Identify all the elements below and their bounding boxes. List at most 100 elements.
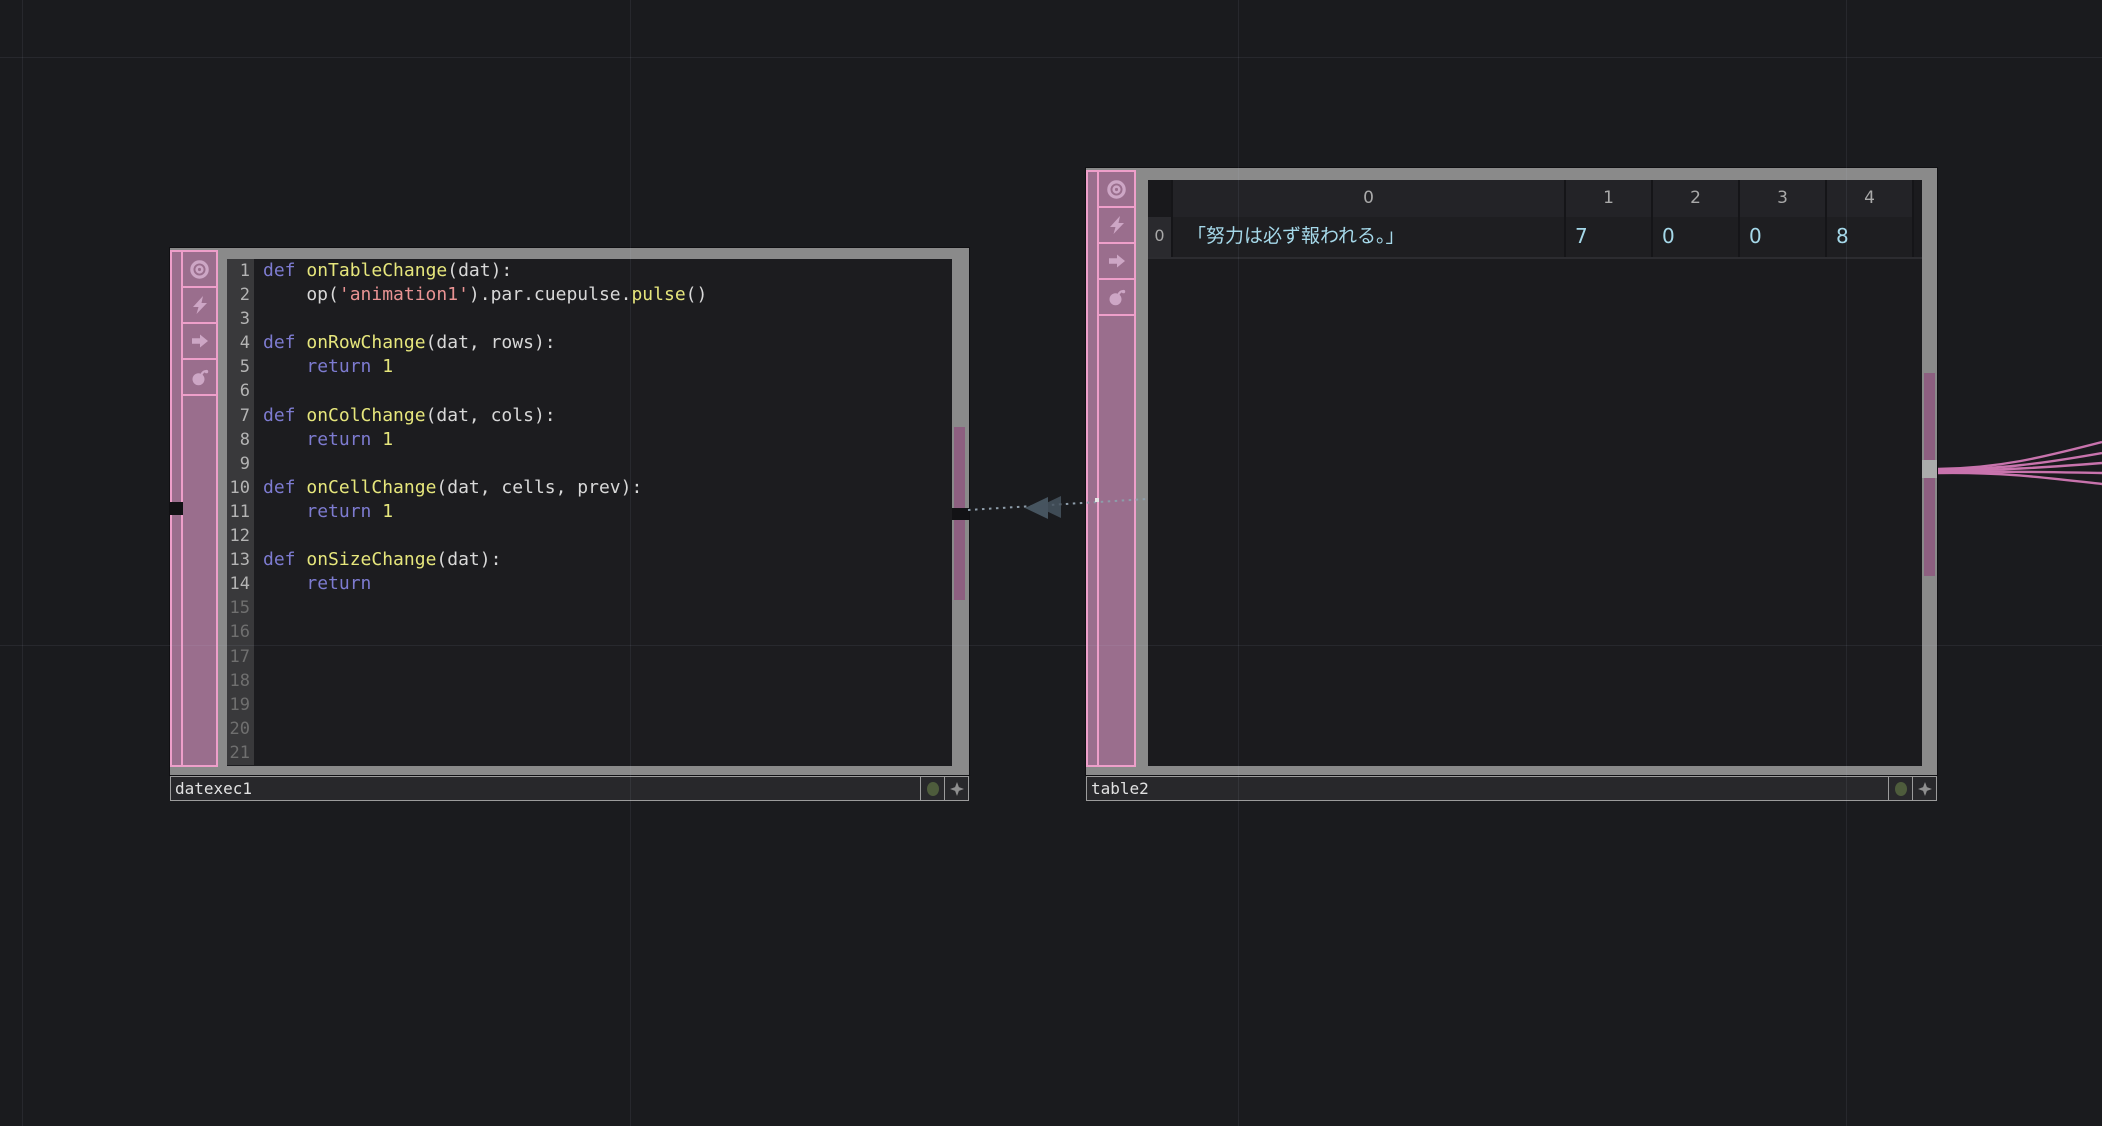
input-connector[interactable] — [170, 502, 183, 515]
code-line: 16 — [227, 620, 952, 644]
viewer-state-button[interactable] — [920, 777, 944, 800]
output-connector-bar[interactable] — [954, 427, 965, 508]
table-cell[interactable]: 8 — [1827, 217, 1914, 257]
bomb-flag-button[interactable] — [181, 360, 216, 396]
code-text: def onTableChange(dat): — [254, 259, 512, 283]
table-cell[interactable]: 7 — [1566, 217, 1653, 257]
arrow-right-flag-button[interactable] — [1097, 244, 1134, 280]
line-number: 5 — [227, 355, 254, 379]
flag-column — [1086, 170, 1136, 767]
code-line: 17 — [227, 645, 952, 669]
node-body: 01234 0「努力は必ず報われる。」7008 — [1086, 168, 1937, 775]
line-number: 3 — [227, 307, 254, 331]
bullseye-flag-button[interactable] — [1097, 172, 1134, 208]
line-number: 10 — [227, 476, 254, 500]
code-text: def onSizeChange(dat): — [254, 548, 501, 572]
code-line: 5 return 1 — [227, 355, 952, 379]
output-connector-bar[interactable] — [1924, 478, 1935, 576]
code-text: op('animation1').par.cuepulse.pulse() — [254, 283, 707, 307]
column-header[interactable]: 1 — [1566, 180, 1653, 217]
code-line: 21 — [227, 741, 952, 765]
lightning-flag-button[interactable] — [1097, 208, 1134, 244]
code-text: def onColChange(dat, cols): — [254, 404, 556, 428]
output-connector[interactable] — [1922, 460, 1937, 478]
line-number: 18 — [227, 669, 254, 693]
line-number: 15 — [227, 596, 254, 620]
row-index-cell: 0 — [1148, 217, 1173, 257]
node-table2[interactable]: 01234 0「努力は必ず報われる。」7008 table2 — [1086, 168, 1937, 801]
code-text — [254, 669, 263, 693]
bullseye-icon — [1105, 178, 1128, 201]
four-point-star-icon — [949, 781, 965, 797]
code-text — [254, 741, 263, 765]
arrow-right-flag-button[interactable] — [181, 324, 216, 360]
output-wire — [1938, 473, 2102, 484]
line-number: 19 — [227, 693, 254, 717]
code-text — [254, 645, 263, 669]
expand-viewer-button[interactable] — [944, 777, 968, 800]
code-line: 6 — [227, 379, 952, 403]
lightning-flag-button[interactable] — [181, 288, 216, 324]
code-line: 19 — [227, 693, 952, 717]
node-name-bar: table2 — [1086, 776, 1937, 801]
code-line: 2 op('animation1').par.cuepulse.pulse() — [227, 283, 952, 307]
output-connector[interactable] — [952, 508, 969, 520]
code-line: 14 return — [227, 572, 952, 596]
table-header-row: 01234 — [1148, 180, 1922, 217]
node-datexec1[interactable]: 1def onTableChange(dat):2 op('animation1… — [170, 248, 969, 801]
node-name-field[interactable]: datexec1 — [171, 777, 920, 800]
code-line: 20 — [227, 717, 952, 741]
bullseye-flag-button[interactable] — [181, 252, 216, 288]
line-number: 20 — [227, 717, 254, 741]
code-text — [254, 452, 263, 476]
lightning-icon — [189, 294, 211, 316]
code-line: 8 return 1 — [227, 428, 952, 452]
code-text: return 1 — [254, 500, 393, 524]
dat-code-viewer: 1def onTableChange(dat):2 op('animation1… — [227, 259, 952, 766]
column-header[interactable]: 2 — [1653, 180, 1740, 217]
code-line: 10def onCellChange(dat, cells, prev): — [227, 476, 952, 500]
bomb-flag-button[interactable] — [1097, 280, 1134, 316]
code-text: return — [254, 572, 371, 596]
viewer-state-button[interactable] — [1888, 777, 1912, 800]
column-header[interactable]: 3 — [1740, 180, 1827, 217]
output-connector-bar[interactable] — [954, 520, 965, 600]
code-text: return 1 — [254, 428, 393, 452]
output-wire — [1938, 453, 2102, 470]
line-number: 8 — [227, 428, 254, 452]
line-number: 4 — [227, 331, 254, 355]
table-cell[interactable]: 0 — [1740, 217, 1827, 257]
reference-arrow-icon — [1025, 497, 1048, 519]
code-line: 4def onRowChange(dat, rows): — [227, 331, 952, 355]
code-line: 13def onSizeChange(dat): — [227, 548, 952, 572]
table-row: 0「努力は必ず報われる。」7008 — [1148, 217, 1922, 259]
code-text — [254, 379, 263, 403]
output-wire — [1938, 463, 2102, 471]
column-header[interactable]: 0 — [1173, 180, 1566, 217]
output-wire — [1938, 472, 2102, 473]
status-dot-icon — [1895, 782, 1907, 796]
output-connector-bar[interactable] — [1924, 373, 1935, 460]
line-number: 1 — [227, 259, 254, 283]
network-editor-background[interactable]: { "left_node": { "name": "datexec1", "co… — [0, 0, 2102, 1126]
bomb-icon — [189, 366, 211, 388]
line-number: 7 — [227, 404, 254, 428]
code-line: 15 — [227, 596, 952, 620]
code-line: 12 — [227, 524, 952, 548]
table-cell[interactable]: 0 — [1653, 217, 1740, 257]
arrow-right-icon — [189, 330, 211, 352]
node-name-field[interactable]: table2 — [1087, 777, 1888, 800]
bomb-icon — [1106, 286, 1128, 308]
line-number: 11 — [227, 500, 254, 524]
code-text — [254, 620, 263, 644]
code-line: 9 — [227, 452, 952, 476]
dat-table-viewer: 01234 0「努力は必ず報われる。」7008 — [1148, 180, 1922, 766]
table-cell[interactable]: 「努力は必ず報われる。」 — [1173, 217, 1566, 257]
output-wire — [1938, 442, 2102, 469]
code-text — [254, 307, 263, 331]
node-name-bar: datexec1 — [170, 776, 969, 801]
line-number: 16 — [227, 620, 254, 644]
expand-viewer-button[interactable] — [1912, 777, 1936, 800]
column-header[interactable]: 4 — [1827, 180, 1914, 217]
code-text — [254, 524, 263, 548]
